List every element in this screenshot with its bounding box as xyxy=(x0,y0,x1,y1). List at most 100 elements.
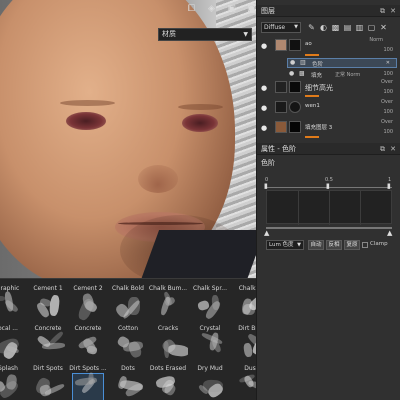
visibility-eye-icon[interactable]: ● xyxy=(290,59,295,66)
paint-effect-icon[interactable]: ✎ xyxy=(307,23,316,32)
shelf-item-thumbnail xyxy=(33,294,63,320)
shelf-item-thumbnail xyxy=(0,373,23,400)
close-icon[interactable]: ✕ xyxy=(390,5,396,17)
reset-button[interactable]: 复原 xyxy=(344,240,360,250)
layer-row-fill-3[interactable]: ● 填充图层 3 Over 100 xyxy=(257,118,400,140)
levels-mode-select[interactable]: Lum 色度 ▼ xyxy=(266,240,304,250)
shelf-item[interactable]: Dots Erased xyxy=(148,360,188,400)
shelf-item-thumbnail xyxy=(0,291,23,320)
shelf-item-thumbnail xyxy=(0,334,23,361)
render-mode-icon[interactable]: ◈ xyxy=(206,4,217,15)
layers-panel-title: 图层 xyxy=(261,7,275,15)
histogram-gridline xyxy=(298,191,299,225)
screenshot-camera-icon[interactable]: ◙ xyxy=(246,4,256,15)
brush-stroke xyxy=(242,303,256,316)
shelf-item-thumbnail xyxy=(73,334,103,360)
shelf-item[interactable]: Dirt Spots xyxy=(28,360,68,400)
layer-blend: Norm xyxy=(369,37,383,43)
visibility-eye-icon[interactable]: ● xyxy=(261,84,269,92)
visibility-eye-icon[interactable]: ● xyxy=(261,42,269,50)
levels-white-handle[interactable]: ▮ xyxy=(387,182,391,190)
shelf-item[interactable]: Cement 1 xyxy=(28,280,68,321)
visibility-eye-icon[interactable]: ● xyxy=(289,70,294,77)
material-view-select[interactable]: 材质 ▼ xyxy=(158,28,252,41)
sublayer-remove-icon[interactable]: ✕ xyxy=(386,60,390,66)
shelf-item[interactable]: Chalk Bold xyxy=(108,280,148,321)
add-layer-icon[interactable]: ▤ xyxy=(343,23,352,32)
shelf-item[interactable]: Splash xyxy=(0,360,28,400)
brush-stroke xyxy=(3,291,15,312)
invert-button[interactable]: 反相 xyxy=(326,240,342,250)
levels-output-black-handle[interactable]: ▲ xyxy=(264,229,269,237)
shelf-item[interactable]: Concrete xyxy=(28,320,68,361)
levels-output-white-handle[interactable]: ▲ xyxy=(387,229,392,237)
undock-icon[interactable]: ⧉ xyxy=(380,5,385,17)
levels-gamma-handle[interactable]: ▮ xyxy=(326,182,330,190)
shelf-item[interactable]: Dry Mud xyxy=(190,360,230,400)
add-fill-layer-icon[interactable]: ▥ xyxy=(355,23,364,32)
shelf-item[interactable]: Dots xyxy=(108,360,148,400)
shelf-item-thumbnail xyxy=(153,374,183,400)
layer-row-detail-highlight[interactable]: ● 细节高光 Over 100 xyxy=(257,78,400,98)
shelf-item-thumbnail xyxy=(72,372,104,400)
undock-icon[interactable]: ⧉ xyxy=(380,143,385,155)
shelf-item-thumbnail xyxy=(33,330,66,360)
sublayer-color-row[interactable]: ● ▥ 色阶 ✕ xyxy=(287,58,397,68)
shelf-item[interactable]: Crystal xyxy=(190,320,230,361)
frame-view-icon[interactable]: ⧠ xyxy=(186,4,197,15)
shelf-item[interactable]: graphic xyxy=(0,280,28,321)
layer-blend: Over xyxy=(380,119,393,125)
color-section-label: 色阶 xyxy=(261,159,275,167)
levels-black-handle[interactable]: ▮ xyxy=(264,182,268,190)
viewport-3d[interactable]: ⧠ ◈ ▣ ◙ 材质 ▼ xyxy=(0,0,256,278)
layer-row-wen1[interactable]: ● wen1 Over 100 xyxy=(257,98,400,118)
visibility-eye-icon[interactable]: ● xyxy=(261,124,269,132)
shelf-item-label: ocal ... xyxy=(0,325,18,332)
camera-settings-icon[interactable]: ▣ xyxy=(226,4,237,15)
brush-stroke xyxy=(74,376,98,387)
shelf-item[interactable]: Cotton xyxy=(108,320,148,361)
mask-icon[interactable]: ◐ xyxy=(319,23,328,32)
layer-thumbnail xyxy=(275,39,287,51)
layers-toolbar: Diffuse ▼ ✎ ◐ ▩ ▤ ▥ ▢ ✕ xyxy=(257,20,400,36)
delete-layer-icon[interactable]: ✕ xyxy=(379,23,388,32)
clamp-checkbox[interactable] xyxy=(362,242,368,248)
layer-mask-thumbnail xyxy=(289,81,301,93)
shelf-item[interactable]: Dirt Spots ... xyxy=(68,360,108,400)
shelf-item[interactable]: ocal ... xyxy=(0,320,28,361)
model-nose xyxy=(138,165,178,193)
layer-row-ao[interactable]: ● ao Norm 100 ● ▥ 色阶 ✕ ● ▩ 填充 正常 Norm 10… xyxy=(257,36,400,84)
layers-panel-header: 图层 ⧉ ✕ xyxy=(257,5,400,17)
layer-opacity: 100 xyxy=(383,47,393,53)
folder-icon[interactable]: ▢ xyxy=(367,23,376,32)
shelf-item-label: graphic xyxy=(0,285,20,292)
shelf-item[interactable]: Chalk Bum... xyxy=(148,280,188,321)
shelf-item[interactable]: Cement 2 xyxy=(68,280,108,321)
layer-blend: Over xyxy=(380,99,393,105)
close-icon[interactable]: ✕ xyxy=(390,143,396,155)
chevron-down-icon: ▼ xyxy=(297,242,301,248)
shelf-item[interactable]: Concrete xyxy=(68,320,108,361)
model-eye-right xyxy=(182,114,218,132)
fill-icon[interactable]: ▩ xyxy=(331,23,340,32)
layer-thumbnail xyxy=(275,101,287,113)
layer-name: wen1 xyxy=(305,103,320,109)
shelf-item-label: Crystal xyxy=(199,325,221,332)
levels-icon: ▥ xyxy=(300,59,306,66)
shelf-item[interactable]: Cracks xyxy=(148,320,188,361)
shelf-item-label: Dots xyxy=(121,365,135,372)
shelf-item-thumbnail xyxy=(153,334,188,360)
channel-select[interactable]: Diffuse ▼ xyxy=(261,22,301,33)
shelf-item-thumbnail xyxy=(113,334,144,360)
shelf-item[interactable]: Chalk Spr... xyxy=(190,280,230,321)
levels-output-track[interactable] xyxy=(266,227,392,229)
shelf-item-thumbnail xyxy=(153,291,183,320)
visibility-eye-icon[interactable]: ● xyxy=(261,104,269,112)
shelf-item-label: Cement 1 xyxy=(33,285,63,292)
auto-levels-button[interactable]: 自动 xyxy=(308,240,324,250)
viewport-toolbar: ⧠ ◈ ▣ ◙ xyxy=(186,4,256,15)
layer-name: ao xyxy=(305,41,312,47)
layer-opacity: 100 xyxy=(383,89,393,95)
shelf-item-label: Chalk Bum... xyxy=(148,285,188,292)
layer-mask-thumbnail xyxy=(289,101,301,113)
